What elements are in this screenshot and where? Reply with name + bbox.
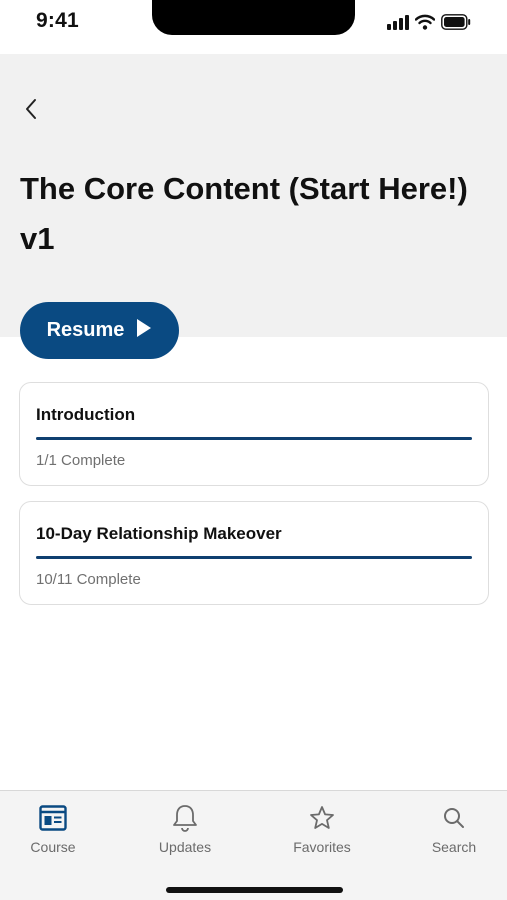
tab-favorites[interactable]: Favorites [277, 803, 367, 863]
tab-label: Updates [158, 839, 212, 855]
module-title: Introduction [36, 405, 136, 424]
status-bar: 9:41 [0, 0, 507, 54]
module-status: 1/1 Complete [36, 452, 126, 469]
search-icon [439, 803, 469, 833]
course-icon [38, 803, 68, 833]
tab-label: Favorites [293, 839, 351, 855]
page-title: The Core Content (Start Here!) v1 [20, 171, 468, 256]
resume-button[interactable]: Resume [20, 302, 179, 359]
wifi-icon [414, 14, 436, 35]
chevron-left-icon [24, 98, 38, 125]
module-status: 10/11 Complete [36, 571, 141, 588]
bell-icon [170, 803, 200, 833]
home-indicator [166, 887, 343, 893]
module-progress-fill [36, 556, 472, 559]
module-card-relationship-makeover[interactable]: 10-Day Relationship Makeover 10/11 Compl… [19, 501, 489, 605]
bottom-tab-bar: Course Updates Favorites Search [0, 790, 507, 900]
tab-course[interactable]: Course [8, 803, 98, 863]
play-icon [136, 318, 152, 344]
back-button[interactable] [16, 96, 46, 126]
module-card-introduction[interactable]: Introduction 1/1 Complete [19, 382, 489, 486]
battery-icon [441, 13, 471, 35]
tab-updates[interactable]: Updates [140, 803, 230, 863]
cellular-signal-icon [387, 14, 409, 35]
tab-label: Search [431, 839, 477, 855]
status-time: 9:41 [36, 9, 79, 32]
camera-notch [152, 0, 355, 35]
star-icon [307, 803, 337, 833]
tab-label: Course [30, 839, 76, 855]
module-title: 10-Day Relationship Makeover [36, 524, 282, 543]
module-progress-fill [36, 437, 472, 440]
status-icons [387, 13, 471, 35]
resume-label: Resume [46, 319, 125, 341]
course-header: The Core Content (Start Here!) v1 [0, 54, 507, 337]
module-progress-bar [36, 437, 472, 440]
module-progress-bar [36, 556, 472, 559]
tab-search[interactable]: Search [409, 803, 499, 863]
